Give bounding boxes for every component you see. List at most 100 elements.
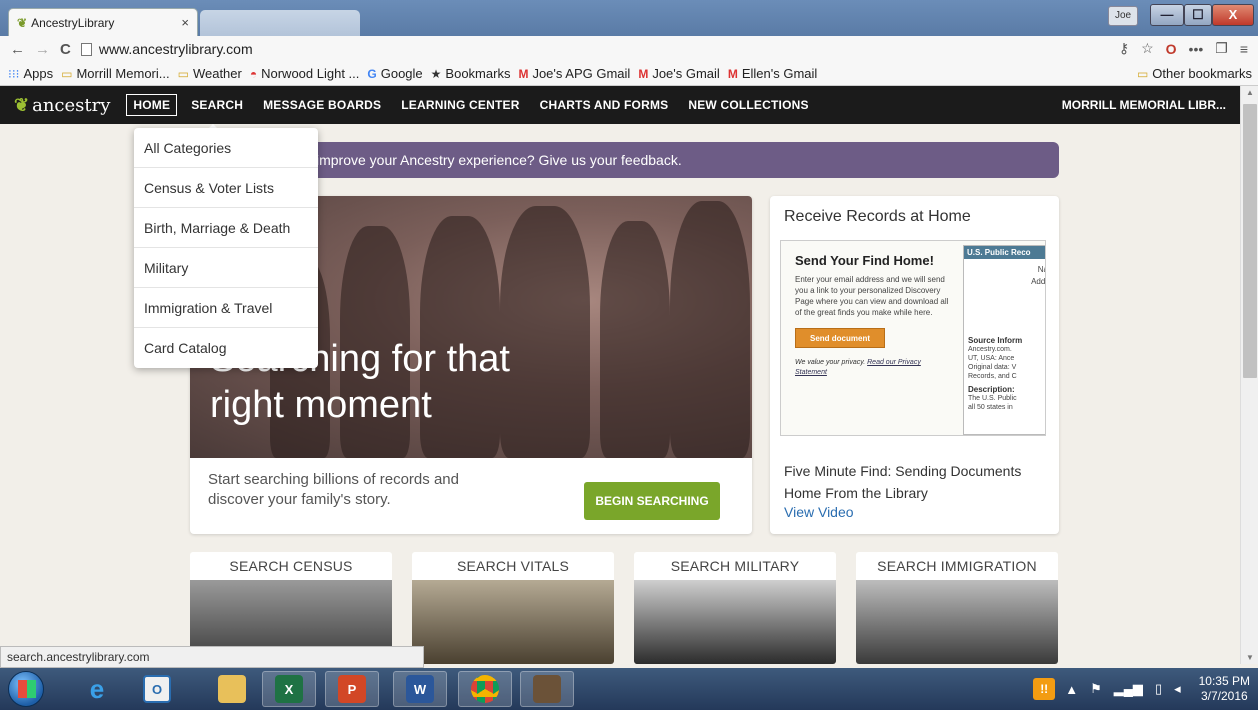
bookmark-other[interactable]: ▭ Other bookmarks [1137, 66, 1252, 81]
clock-date: 3/7/2016 [1200, 689, 1248, 703]
menu-item-census-voter[interactable]: Census & Voter Lists [134, 168, 318, 208]
taskbar-internet-explorer[interactable]: e [70, 671, 124, 707]
feedback-banner[interactable]: improve your Ancestry experience? Give u… [190, 142, 1059, 178]
tile-label: SEARCH CENSUS [229, 558, 353, 574]
menu-item-immigration-travel[interactable]: Immigration & Travel [134, 288, 318, 328]
browser-tab-active[interactable]: ❦ AncestryLibrary × [8, 8, 198, 36]
taskbar-photo-app[interactable] [520, 671, 574, 707]
bookmark-apps[interactable]: ⁝⁝⁝ Apps [8, 66, 53, 81]
scroll-thumb[interactable] [1243, 104, 1257, 378]
back-arrow-icon[interactable]: ← [10, 41, 25, 58]
tile-label: SEARCH IMMIGRATION [877, 558, 1037, 574]
nav-search[interactable]: SEARCH [191, 98, 243, 132]
bookmark-google[interactable]: G Google [367, 66, 422, 81]
status-url: search.ancestrylibrary.com [7, 650, 150, 664]
taskbar-powerpoint[interactable]: P [325, 671, 379, 707]
gmail-icon: M [727, 66, 738, 81]
nav-library-account[interactable]: MORRILL MEMORIAL LIBR... [1062, 98, 1226, 112]
description-label: Description: [968, 385, 1015, 394]
system-tray: !! ▲ ⚑ ▂▄▆ ▯ ◂ 10:35 PM 3/7/2016 [1033, 668, 1250, 710]
folder-icon: ▭ [61, 66, 73, 81]
vitals-photo [412, 580, 614, 664]
gmail-icon: M [638, 66, 649, 81]
send-find-home-screenshot[interactable]: Send Your Find Home! Enter your email ad… [780, 240, 1046, 436]
volume-icon[interactable]: ◂ [1174, 681, 1181, 697]
page-icon [80, 42, 92, 56]
network-icon[interactable]: ▂▄▆ [1114, 681, 1143, 697]
browser-status-bar: search.ancestrylibrary.com [0, 646, 424, 668]
taskbar-word[interactable]: W [393, 671, 447, 707]
menu-icon[interactable]: ≡ [1240, 41, 1248, 57]
taskbar-outlook[interactable]: O [130, 671, 184, 707]
tab-close-icon[interactable]: × [181, 15, 189, 30]
bookmark-weather[interactable]: ▭ Weather [178, 66, 242, 81]
begin-searching-button[interactable]: BEGIN SEARCHING [584, 482, 720, 520]
view-video-link[interactable]: View Video [784, 504, 854, 520]
windows-taskbar: e O X P W !! ▲ ⚑ ▂▄▆ ▯ ◂ 10:35 PM 3/7/20… [0, 668, 1258, 710]
bookmark-apg-gmail[interactable]: M Joe's APG Gmail [518, 66, 630, 81]
key-icon[interactable]: ⚷ [1119, 40, 1129, 57]
window-minimize-button[interactable]: — [1150, 4, 1184, 26]
forward-arrow-icon[interactable]: → [35, 41, 50, 58]
menu-item-birth-marriage-death[interactable]: Birth, Marriage & Death [134, 208, 318, 248]
five-minute-find-text: Five Minute Find: Sending Documents Home… [784, 463, 1022, 501]
send-find-heading: Send Your Find Home! [795, 253, 934, 268]
extension-icon[interactable]: O [1166, 41, 1177, 57]
bookmark-joes-gmail[interactable]: M Joe's Gmail [638, 66, 720, 81]
flag-icon[interactable]: ⚑ [1090, 681, 1102, 697]
menu-item-military[interactable]: Military [134, 248, 318, 288]
powerpoint-icon: P [338, 675, 366, 703]
tray-expand-icon[interactable]: ▲ [1065, 682, 1078, 697]
battery-icon[interactable]: ▯ [1155, 681, 1162, 697]
taskbar-file-explorer[interactable] [205, 671, 259, 707]
bookmark-norwood[interactable]: ◓ Norwood Light ... [250, 66, 360, 81]
search-immigration-tile[interactable]: SEARCH IMMIGRATION [856, 552, 1058, 664]
window-maximize-button[interactable]: ☐ [1184, 4, 1212, 26]
clock[interactable]: 10:35 PM 3/7/2016 [1199, 674, 1250, 704]
nav-home[interactable]: HOME [126, 94, 178, 116]
leaf-logo-icon: ❦ [14, 94, 30, 116]
menu-item-all-categories[interactable]: All Categories [134, 128, 318, 168]
send-document-button: Send document [795, 328, 885, 348]
search-dropdown-menu: All Categories Census & Voter Lists Birt… [134, 128, 318, 368]
taskbar-chrome[interactable] [458, 671, 512, 707]
lastpass-icon[interactable]: ••• [1189, 41, 1204, 57]
norwood-icon: ◓ [249, 66, 258, 81]
bookmark-label: Google [380, 66, 423, 81]
receive-records-card: Receive Records at Home Send Your Find H… [770, 196, 1059, 534]
start-button[interactable] [8, 671, 44, 707]
bookmarks-bar: ⁝⁝⁝ Apps ▭ Morrill Memori... ▭ Weather ◓ Nor… [0, 62, 1258, 86]
nav-new-collections[interactable]: NEW COLLECTIONS [688, 98, 808, 112]
user-profile-badge[interactable]: Joe [1108, 6, 1138, 26]
browser-tab-background[interactable] [200, 10, 360, 36]
photo-app-icon [533, 675, 561, 703]
nav-charts-forms[interactable]: CHARTS AND FORMS [540, 98, 669, 112]
search-vitals-tile[interactable]: SEARCH VITALS [412, 552, 614, 664]
extension-puzzle-icon[interactable]: ❐ [1215, 40, 1228, 57]
bookmark-label: Morrill Memori... [76, 66, 170, 81]
scroll-up-icon[interactable]: ▲ [1246, 88, 1254, 97]
scroll-down-icon[interactable]: ▼ [1246, 653, 1254, 662]
warning-icon[interactable]: !! [1033, 678, 1056, 700]
taskbar-excel[interactable]: X [262, 671, 316, 707]
outlook-icon: O [143, 675, 171, 703]
window-close-button[interactable]: X [1212, 4, 1254, 26]
source-text: Ancestry.com. UT, USA: Ance Original dat… [968, 346, 1017, 380]
address-bar[interactable]: www.ancestrylibrary.com [80, 41, 253, 57]
nav-learning-center[interactable]: LEARNING CENTER [401, 98, 519, 112]
ancestry-favicon-icon: ❦ [17, 15, 28, 30]
menu-item-card-catalog[interactable]: Card Catalog [134, 328, 318, 368]
tab-title: AncestryLibrary [31, 15, 115, 30]
bookmark-bookmarks[interactable]: ★ Bookmarks [431, 66, 511, 81]
chrome-icon [471, 675, 499, 703]
gmail-icon: M [518, 66, 529, 81]
page-scrollbar[interactable]: ▲ ▼ [1240, 86, 1258, 664]
address-url[interactable]: www.ancestrylibrary.com [99, 41, 253, 57]
bookmark-morrill[interactable]: ▭ Morrill Memori... [61, 66, 170, 81]
bookmark-star-icon[interactable]: ☆ [1141, 40, 1154, 57]
ancestry-logo[interactable]: ❦ ancestry [14, 95, 110, 116]
nav-message-boards[interactable]: MESSAGE BOARDS [263, 98, 381, 112]
search-military-tile[interactable]: SEARCH MILITARY [634, 552, 836, 664]
bookmark-ellens-gmail[interactable]: M Ellen's Gmail [728, 66, 817, 81]
reload-icon[interactable]: C [60, 41, 71, 58]
